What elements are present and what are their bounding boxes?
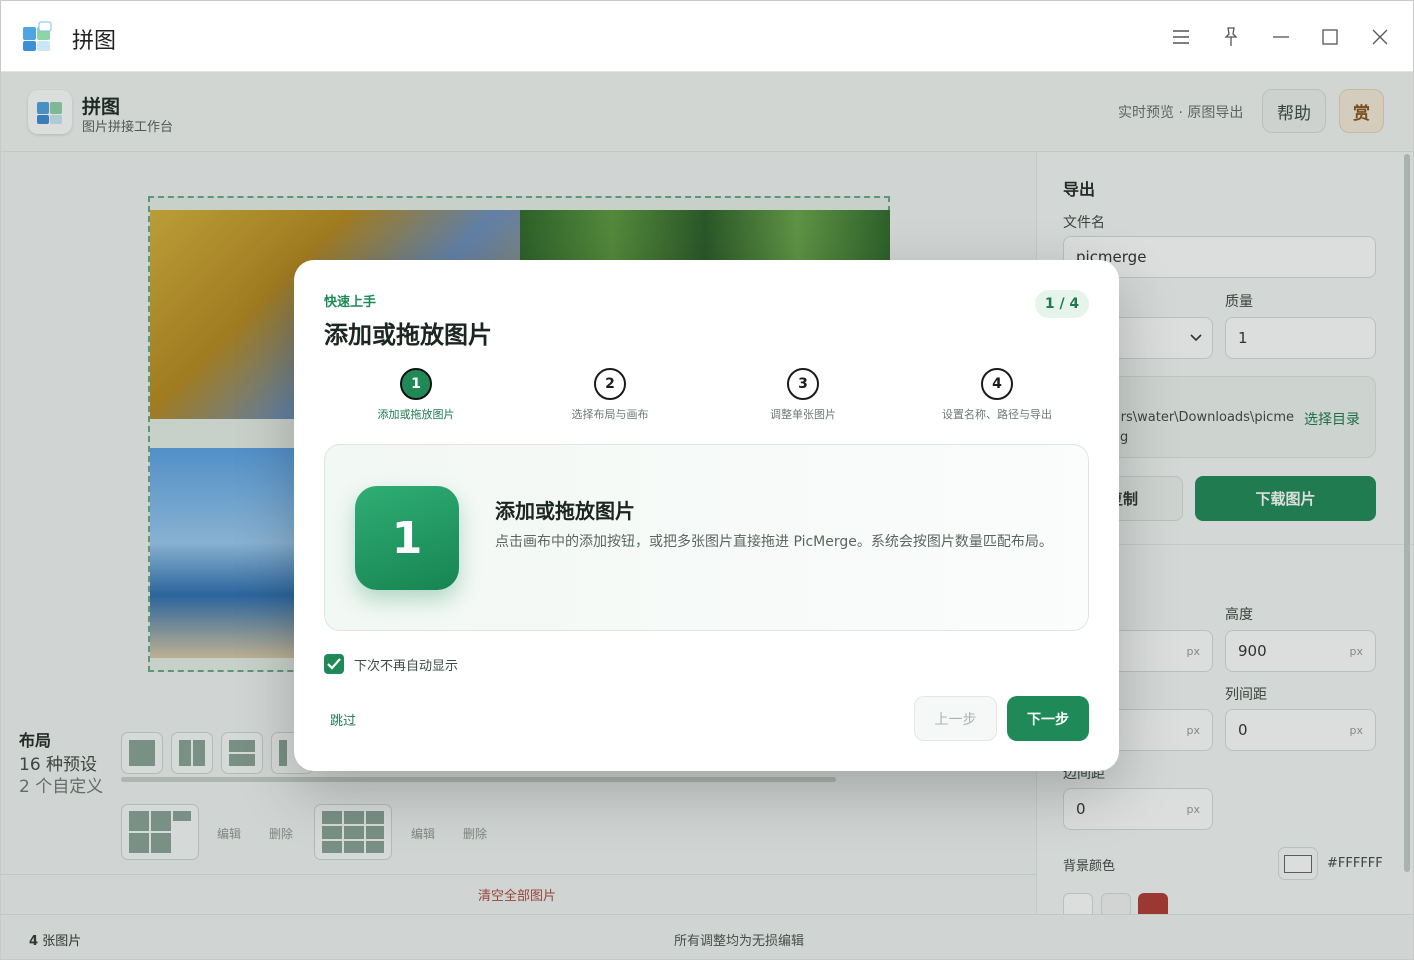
dont-show-checkbox[interactable] [324, 654, 344, 674]
step-2[interactable]: 2 选择布局与画布 [520, 368, 700, 422]
step-3[interactable]: 3 调整单张图片 [713, 368, 893, 422]
dialog-title: 添加或拖放图片 [324, 321, 492, 349]
dialog-kicker: 快速上手 [324, 295, 377, 310]
maximize-icon[interactable] [1316, 23, 1344, 51]
step-counter: 1 / 4 [1035, 290, 1089, 318]
menu-icon[interactable] [1167, 23, 1195, 51]
step-2-number: 2 [594, 368, 626, 400]
checkmark-icon [327, 658, 341, 670]
next-button[interactable]: 下一步 [1007, 696, 1089, 741]
step-2-label: 选择布局与画布 [571, 408, 649, 421]
step-4-label: 设置名称、路径与导出 [942, 408, 1052, 421]
close-icon[interactable] [1366, 23, 1394, 51]
step-1-label: 添加或拖放图片 [377, 408, 455, 421]
step-4[interactable]: 4 设置名称、路径与导出 [907, 368, 1087, 422]
step-1-number: 1 [400, 368, 432, 400]
prev-button[interactable]: 上一步 [914, 696, 997, 741]
app-window: 拼图 拼图 图片拼接工作台 实时预览 · 原图导出 帮助 赏 布局 16 种预设… [0, 0, 1414, 960]
step-3-label: 调整单张图片 [770, 408, 836, 421]
step-card: 1 添加或拖放图片 点击画布中的添加按钮，或把多张图片直接拖进 PicMerge… [324, 444, 1089, 631]
app-logo-icon [23, 21, 52, 51]
title-bar: 拼图 [1, 1, 1413, 72]
pin-icon[interactable] [1217, 23, 1245, 51]
dont-show-label[interactable]: 下次不再自动显示 [354, 655, 458, 674]
window-title: 拼图 [72, 29, 117, 54]
step-card-description: 点击画布中的添加按钮，或把多张图片直接拖进 PicMerge。系统会按图片数量匹… [495, 534, 1053, 550]
step-card-title: 添加或拖放图片 [495, 499, 635, 523]
step-3-number: 3 [787, 368, 819, 400]
step-4-number: 4 [981, 368, 1013, 400]
step-card-number: 1 [355, 486, 459, 590]
skip-button[interactable]: 跳过 [330, 710, 356, 729]
step-1[interactable]: 1 添加或拖放图片 [326, 368, 506, 422]
onboarding-dialog: 快速上手 添加或拖放图片 1 / 4 1 添加或拖放图片 2 选择布局与画布 3… [294, 260, 1119, 771]
minimize-icon[interactable] [1267, 23, 1295, 51]
